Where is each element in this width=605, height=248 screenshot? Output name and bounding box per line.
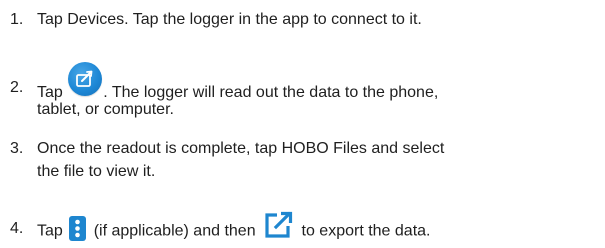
step-number: 1.	[10, 11, 24, 28]
step-text: Tap (if applicable) and then to export t…	[37, 211, 599, 246]
step-number: 2.	[10, 79, 24, 96]
readout-button-icon	[68, 62, 103, 96]
step-number: 3.	[10, 140, 24, 157]
step-text-before: Tap	[37, 222, 63, 240]
step-text-middle: (if applicable) and then	[93, 222, 256, 240]
step-text-line-1: Once the readout is complete, tap HOBO F…	[37, 140, 445, 157]
instruction-list: 1. Tap Devices. Tap the logger in the ap…	[0, 0, 605, 248]
step-text: Tap Devices. Tap the logger in the app t…	[37, 11, 422, 28]
more-options-icon	[69, 216, 87, 241]
export-icon	[263, 211, 294, 240]
step-text-line-2: tablet, or computer.	[37, 101, 174, 118]
step-number: 4.	[10, 220, 24, 237]
step-text-after: to export the data.	[301, 222, 431, 240]
step-text-line-2: the file to view it.	[37, 163, 156, 180]
